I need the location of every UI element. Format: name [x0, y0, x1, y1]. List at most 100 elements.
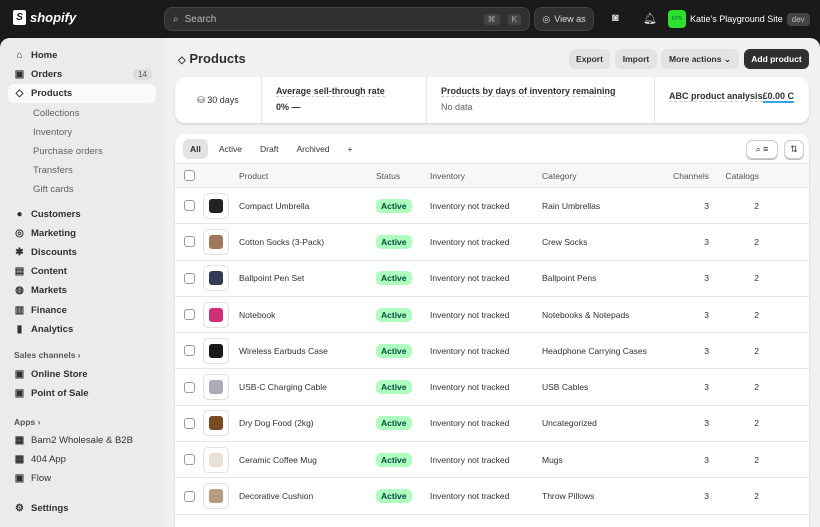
sidebar-item-barn2[interactable]: ▦ Barn2 Wholesale & B2B: [8, 431, 156, 450]
product-thumbnail: [203, 410, 229, 437]
category: USB Cables: [542, 382, 589, 393]
col-product[interactable]: Product: [239, 171, 376, 181]
row-checkbox[interactable]: [184, 309, 195, 321]
orders-icon: ▣: [14, 69, 25, 80]
table-row[interactable]: Wireless Earbuds Case Active Inventory n…: [175, 333, 809, 370]
sidebar-item-settings[interactable]: ⚙ Settings: [8, 499, 156, 518]
shopify-bag-icon: S: [13, 10, 26, 25]
col-category[interactable]: Category: [542, 171, 652, 181]
product-thumbnail: [203, 374, 229, 401]
category: Uncategorized: [542, 418, 597, 429]
sidebar-item-finance[interactable]: ▥ Finance: [8, 301, 156, 320]
sidebar-item-markets[interactable]: ◍ Markets: [8, 281, 156, 300]
add-product-button[interactable]: Add product: [744, 49, 809, 69]
view-as-button[interactable]: ◎ View as: [534, 7, 594, 31]
sort-button[interactable]: ⇅: [784, 140, 804, 159]
more-actions-button[interactable]: More actions ⌄: [661, 49, 739, 69]
table-row[interactable]: USB-C Charging Cable Active Inventory no…: [175, 369, 809, 406]
table-row[interactable]: Ceramic Coffee Mug Active Inventory not …: [175, 442, 809, 479]
col-catalogs[interactable]: Catalogs: [709, 171, 759, 181]
row-checkbox[interactable]: [184, 200, 195, 212]
product-name[interactable]: Wireless Earbuds Case: [239, 346, 376, 356]
table-row[interactable]: Decorative Cushion Active Inventory not …: [175, 478, 809, 515]
value: 0% —: [276, 102, 301, 112]
sidebar-item-customers[interactable]: ● Customers: [8, 205, 156, 224]
apps-heading[interactable]: Apps ›: [14, 417, 40, 427]
col-channels[interactable]: Channels: [652, 171, 709, 181]
row-checkbox[interactable]: [184, 381, 195, 393]
product-name[interactable]: Notebook: [239, 310, 376, 320]
product-thumbnail: [203, 301, 229, 328]
product-name[interactable]: Compact Umbrella: [239, 201, 376, 211]
sidebar-item-purchase-orders[interactable]: Purchase orders: [8, 142, 156, 161]
select-all-checkbox[interactable]: [184, 170, 195, 181]
store-icon: ▣: [14, 369, 25, 380]
catalogs: 2: [754, 273, 759, 284]
tab-draft[interactable]: Draft: [253, 139, 285, 159]
table-row[interactable]: Dry Dog Food (2kg) Active Inventory not …: [175, 406, 809, 443]
tab-add[interactable]: +: [341, 139, 360, 159]
row-checkbox[interactable]: [184, 272, 195, 284]
shopify-logo[interactable]: Sshopify: [13, 10, 76, 25]
table-row[interactable]: Ballpoint Pen Set Active Inventory not t…: [175, 261, 809, 297]
search-icon: ⌕: [173, 13, 179, 25]
sidebar-item-point-of-sale[interactable]: ▣ Point of Sale: [8, 384, 156, 403]
search-filter-button[interactable]: ⌕ ≡: [746, 140, 778, 159]
date-range-button[interactable]: ⛁ 30 days: [175, 77, 262, 123]
sidebar-item-inventory[interactable]: Inventory: [8, 123, 156, 142]
product-thumbnail: [203, 228, 229, 255]
search-input[interactable]: ⌕ Search ⌘ K: [164, 7, 530, 31]
bell-icon[interactable]: 🔔︎: [643, 12, 657, 25]
sidekick-icon[interactable]: ◙: [612, 12, 619, 24]
channels: 3: [704, 236, 709, 247]
sidebar-item-content[interactable]: ▤ Content: [8, 262, 156, 281]
table-row[interactable]: Compact Umbrella Active Inventory not tr…: [175, 188, 809, 225]
sidebar-item-transfers[interactable]: Transfers: [8, 161, 156, 180]
sidebar-item-flow[interactable]: ▣ Flow: [8, 469, 156, 488]
sales-channels-heading[interactable]: Sales channels ›: [14, 350, 81, 360]
sidebar-item-products[interactable]: ◇ Products: [8, 84, 156, 103]
row-checkbox[interactable]: [184, 345, 195, 357]
product-name[interactable]: Ceramic Coffee Mug: [239, 455, 376, 465]
sidebar-item-collections[interactable]: Collections: [8, 104, 156, 123]
table-row[interactable]: Cotton Socks (3-Pack) Active Inventory n…: [175, 224, 809, 261]
sidebar-item-gift-cards[interactable]: Gift cards: [8, 180, 156, 199]
sell-through-stat[interactable]: Average sell-through rate 0% —: [262, 77, 427, 123]
product-name[interactable]: Cotton Socks (3-Pack): [239, 237, 376, 247]
inventory: Inventory not tracked: [430, 491, 510, 502]
product-name[interactable]: USB-C Charging Cable: [239, 382, 376, 392]
tab-active[interactable]: Active: [212, 139, 249, 159]
tab-archived[interactable]: Archived: [289, 139, 336, 159]
product-name[interactable]: Dry Dog Food (2kg): [239, 418, 376, 428]
tab-all[interactable]: All: [183, 138, 208, 159]
row-checkbox[interactable]: [184, 454, 195, 466]
store-menu[interactable]: KPS Katie's Playground Site dev: [668, 10, 810, 28]
days-inventory-stat[interactable]: Products by days of inventory remaining N…: [427, 77, 655, 123]
products-table: All Active Draft Archived + ⌕ ≡ ⇅ Product St…: [175, 134, 809, 527]
channels: 3: [704, 273, 709, 284]
import-button[interactable]: Import: [615, 49, 657, 69]
row-checkbox[interactable]: [184, 490, 195, 502]
col-status[interactable]: Status: [376, 171, 430, 181]
col-inventory[interactable]: Inventory: [430, 171, 542, 181]
sidebar-item-online-store[interactable]: ▣ Online Store: [8, 365, 156, 384]
product-name[interactable]: Ballpoint Pen Set: [239, 273, 376, 283]
product-name[interactable]: Decorative Cushion: [239, 491, 376, 501]
sidebar-item-discounts[interactable]: ✱ Discounts: [8, 243, 156, 262]
sidebar-item-analytics[interactable]: ▮ Analytics: [8, 320, 156, 339]
table-row[interactable]: Notebook Active Inventory not tracked No…: [175, 297, 809, 334]
content-icon: ▤: [14, 266, 25, 278]
sidebar-item-marketing[interactable]: ◎ Marketing: [8, 224, 156, 243]
sidebar-item-home[interactable]: ⌂ Home: [8, 46, 156, 65]
row-checkbox[interactable]: [184, 417, 195, 429]
status-badge: Active: [376, 343, 412, 358]
channels: 3: [704, 309, 709, 320]
sidebar-item-404-app[interactable]: ▦ 404 App: [8, 450, 156, 469]
export-button[interactable]: Export: [569, 49, 610, 69]
category: Notebooks & Notepads: [542, 309, 630, 320]
sidebar-item-orders[interactable]: ▣ Orders 14: [8, 65, 156, 84]
inventory: Inventory not tracked: [430, 454, 510, 465]
abc-analysis-stat[interactable]: ABC product analysis£0.00 C: [655, 77, 809, 123]
catalogs: 2: [754, 454, 759, 465]
row-checkbox[interactable]: [184, 236, 195, 248]
